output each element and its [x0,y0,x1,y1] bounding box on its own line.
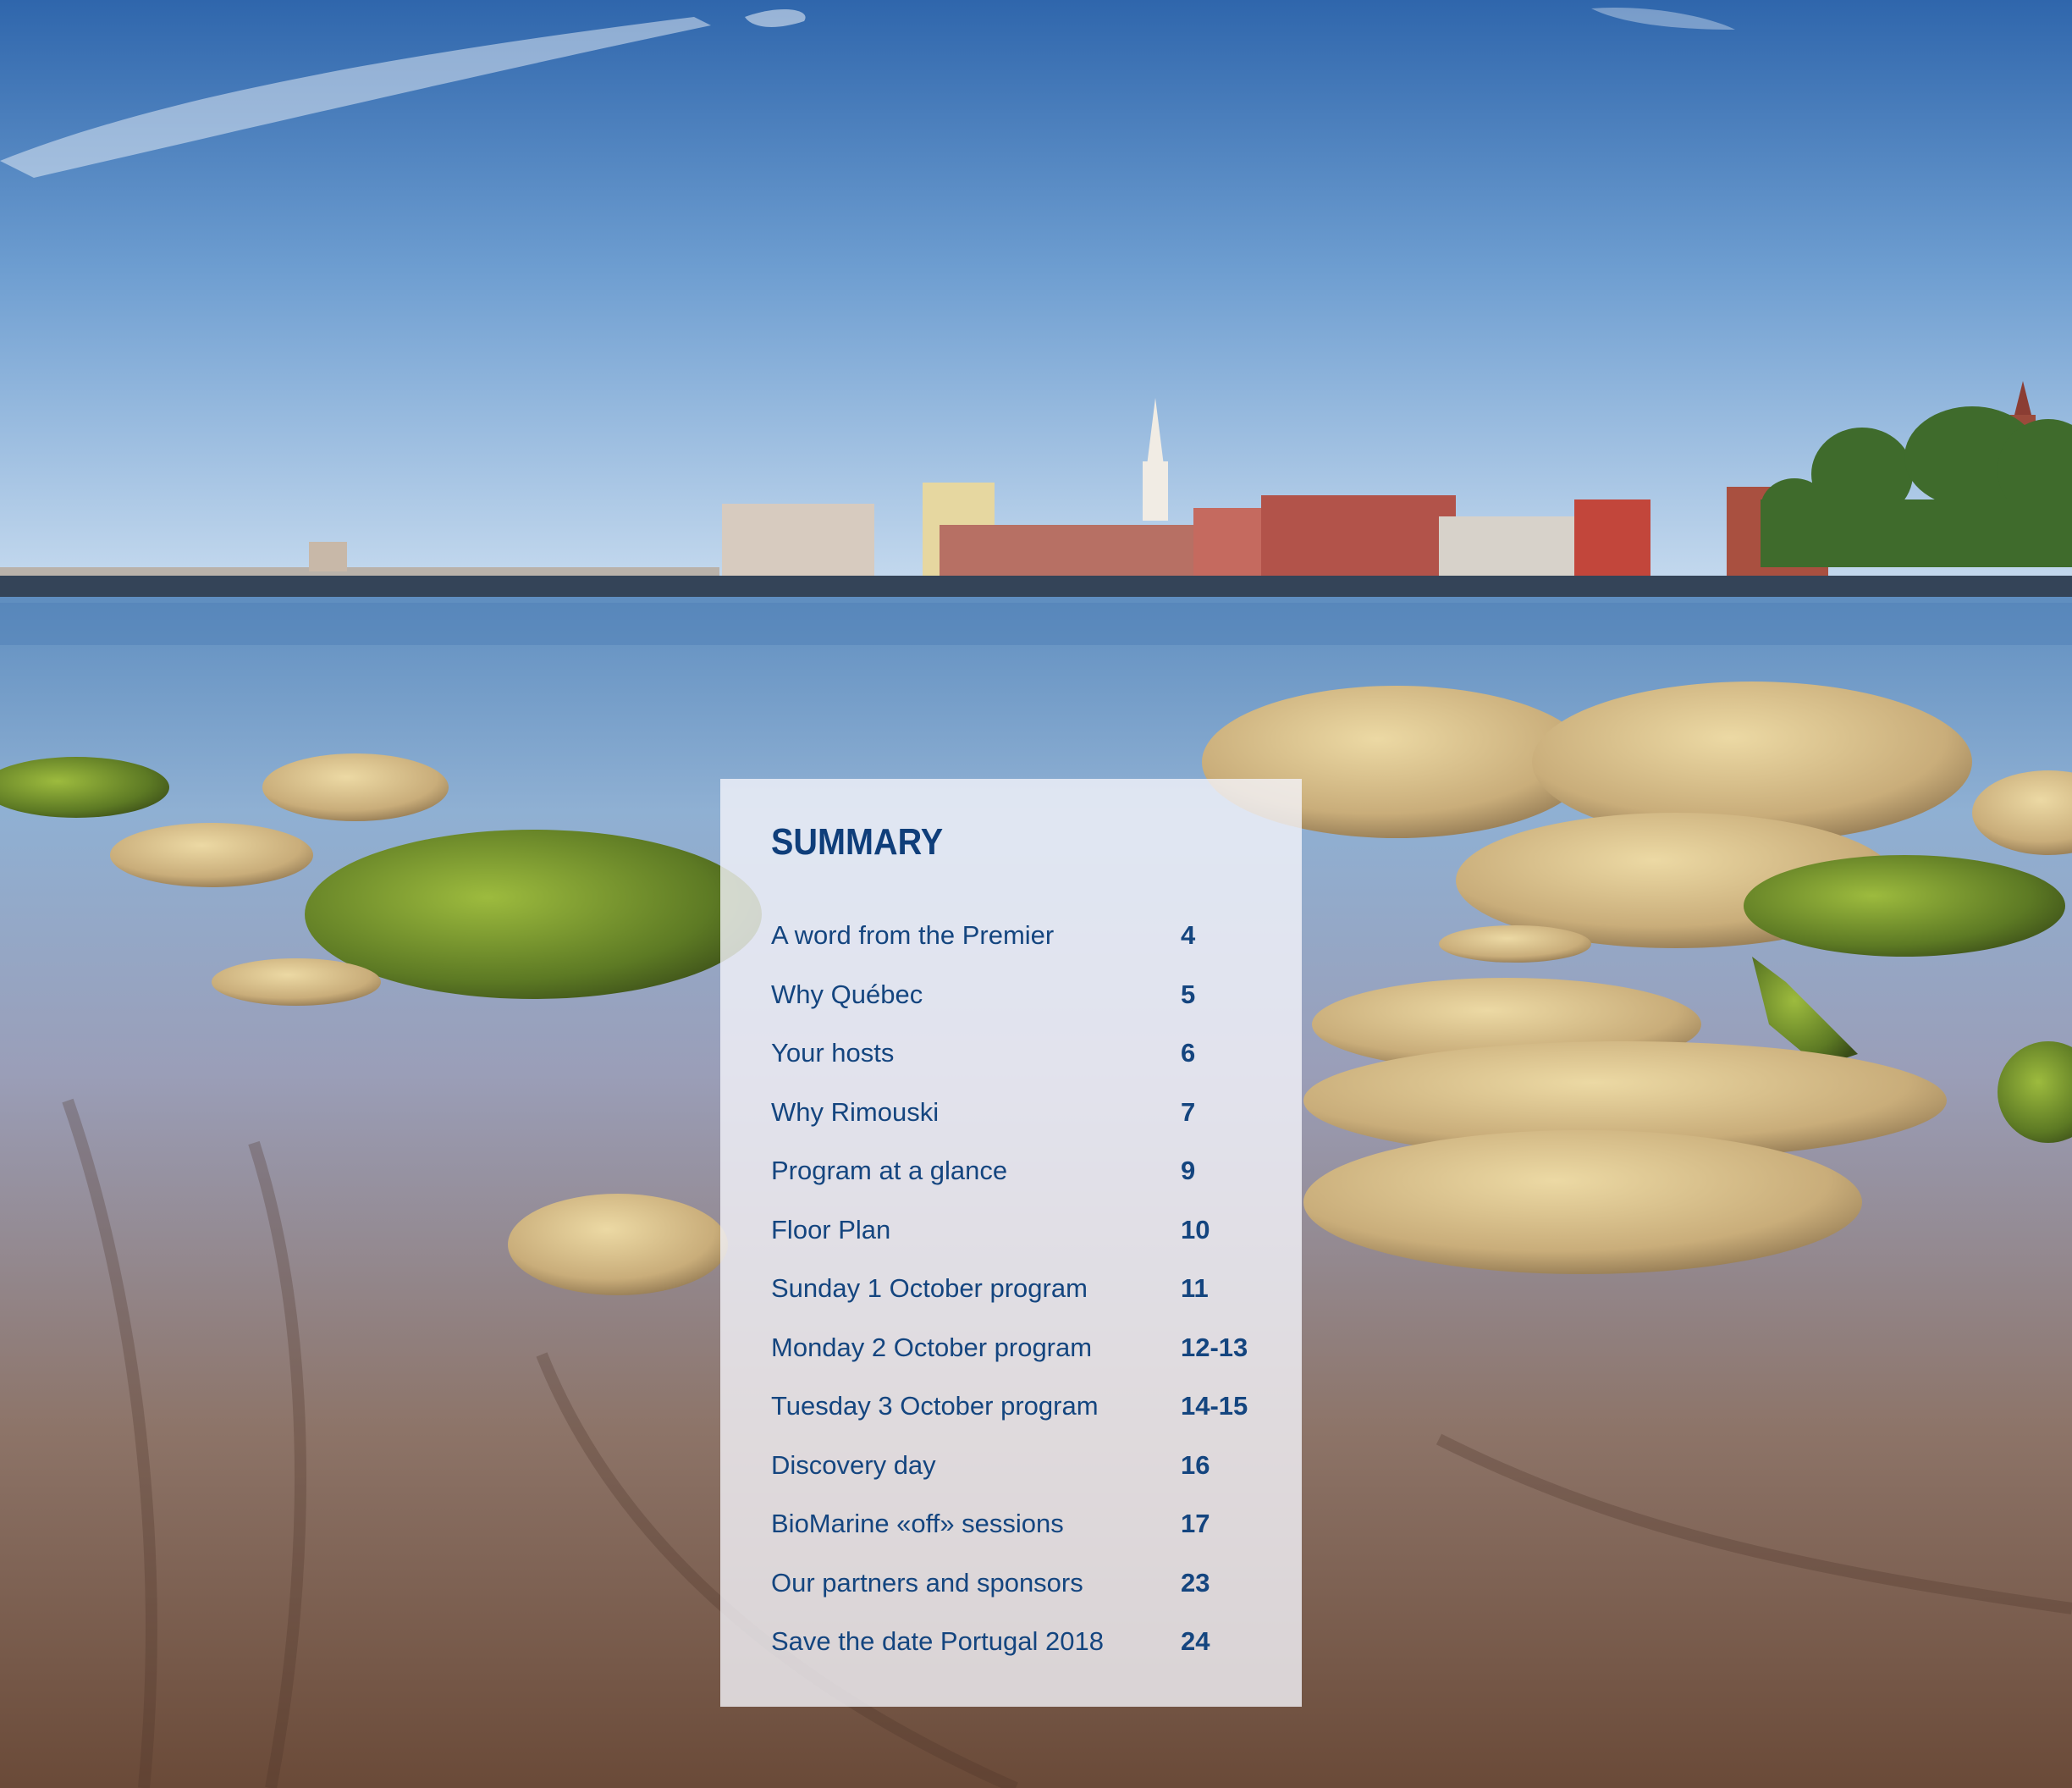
toc-entry-title: Program at a glance [771,1156,1008,1185]
toc-entry[interactable]: Discovery day 16 [771,1449,1279,1512]
toc-entry-title: Monday 2 October program [771,1332,1093,1362]
toc-entry[interactable]: Tuesday 3 October program 14-15 [771,1393,1279,1453]
toc-entry[interactable]: Your hosts 6 [771,1040,1279,1100]
toc-entry-page: 12-13 [1181,1332,1248,1362]
toc-entry[interactable]: Floor Plan 10 [771,1217,1279,1277]
toc-entry-page: 23 [1181,1567,1210,1598]
toc-entry-page: 16 [1181,1449,1210,1480]
toc-entry-title: Discovery day [771,1449,936,1480]
toc-entry-page: 14-15 [1181,1391,1248,1421]
toc-entry-title: Why Québec [771,979,923,1009]
toc-entry-title: BioMarine «off» sessions [771,1509,1064,1538]
toc-entry-title: A word from the Premier [771,920,1055,950]
summary-title: SUMMARY [771,821,944,863]
toc-entry-title: Tuesday 3 October program [771,1391,1099,1421]
toc-entry-title: Save the date Portugal 2018 [771,1626,1104,1656]
toc-entry-page: 4 [1181,920,1196,950]
toc-entry-title: Sunday 1 October program [771,1273,1088,1303]
toc-entry-page: 10 [1181,1214,1210,1244]
toc-entry-page: 17 [1181,1509,1210,1538]
toc-entry[interactable]: Sunday 1 October program 11 [771,1273,1279,1335]
toc-entry[interactable]: Why Rimouski 7 [771,1096,1279,1159]
toc-entry[interactable]: Save the date Portugal 2018 24 [771,1626,1279,1688]
toc-entry[interactable]: Monday 2 October program 12-13 [771,1332,1279,1394]
toc-entry-page: 9 [1181,1156,1196,1185]
toc-entry-title: Floor Plan [771,1214,891,1244]
toc-entry-page: 5 [1181,979,1196,1009]
toc-entry-page: 7 [1181,1096,1196,1127]
summary-panel: SUMMARY A word from the Premier 4 Why Québ… [720,779,1302,1707]
toc-entry[interactable]: Program at a glance 9 [771,1156,1279,1217]
toc-entry[interactable]: Why Québec 5 [771,979,1279,1041]
toc-entry-page: 6 [1181,1038,1196,1068]
toc-entry-page: 11 [1181,1273,1209,1303]
toc-entry[interactable]: Our partners and sponsors 23 [771,1570,1279,1630]
toc-entry[interactable]: BioMarine «off» sessions 17 [771,1509,1279,1570]
toc-entry-title: Why Rimouski [771,1096,940,1127]
toc-entry-title: Your hosts [771,1038,895,1068]
table-of-contents: A word from the Premier 4 Why Québec 5 Your … [771,920,1279,1688]
toc-entry[interactable]: A word from the Premier 4 [771,920,1279,982]
toc-entry-page: 24 [1181,1626,1210,1656]
toc-entry-title: Our partners and sponsors [771,1567,1083,1598]
